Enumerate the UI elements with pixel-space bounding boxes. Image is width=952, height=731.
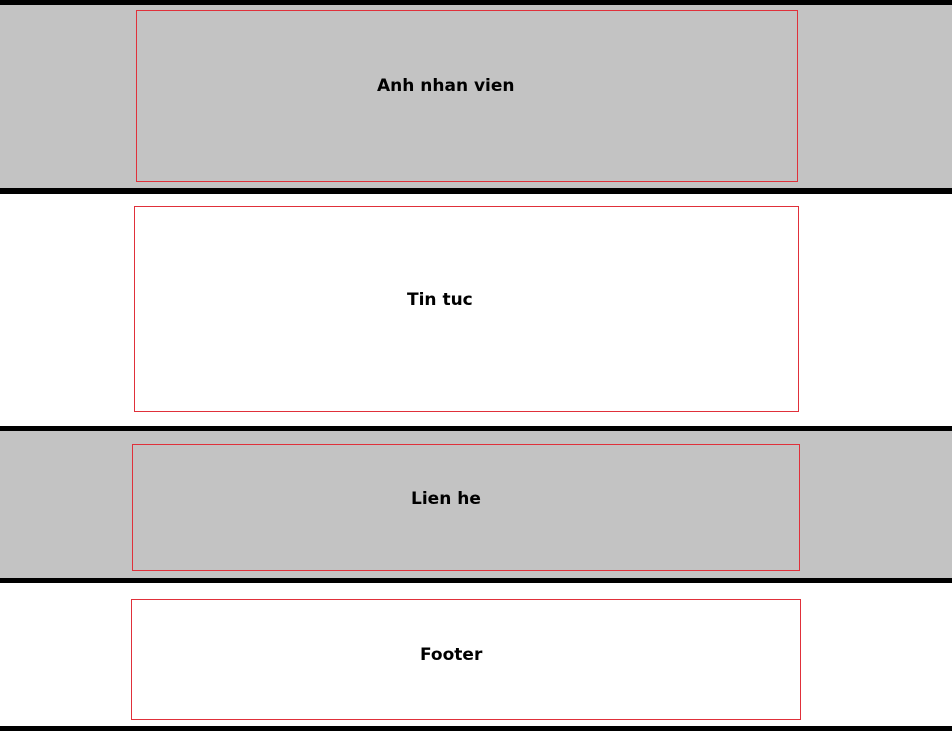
anh-nhan-vien-box <box>136 10 798 182</box>
footer-label: Footer <box>420 645 483 665</box>
anh-nhan-vien-label: Anh nhan vien <box>377 76 515 96</box>
page: Anh nhan vien Tin tuc Lien he Footer <box>0 0 952 731</box>
tin-tuc-label: Tin tuc <box>407 290 473 310</box>
bottom-divider <box>0 726 952 731</box>
lien-he-label: Lien he <box>411 489 481 509</box>
